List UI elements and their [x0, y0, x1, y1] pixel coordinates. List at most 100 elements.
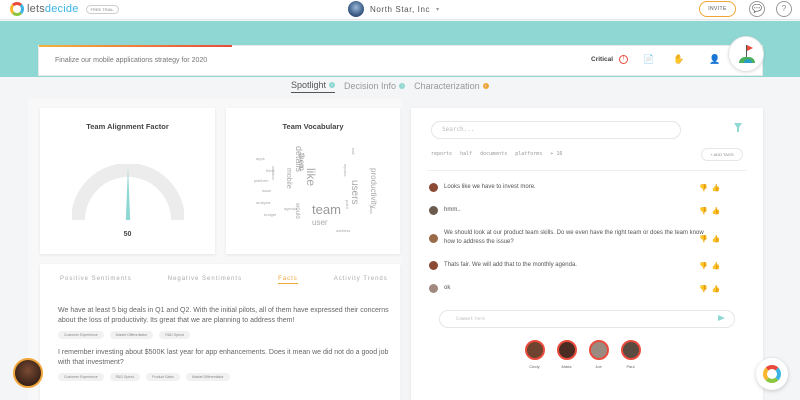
assistant-button[interactable]	[756, 358, 788, 390]
cloud-word: user	[312, 218, 328, 227]
message-text: Thats fair. We will add that to the mont…	[444, 262, 577, 268]
tab-label: Spotlight	[291, 80, 327, 90]
message-text: We should look at our product team skill…	[444, 230, 704, 245]
decision-header: Finalize our mobile applications strateg…	[38, 45, 763, 76]
tab-decision-info[interactable]: Decision Info i	[344, 80, 406, 93]
participant-name: Cindy	[529, 364, 540, 369]
info-icon: i	[399, 82, 406, 89]
alignment-value: 50	[123, 231, 132, 238]
participant[interactable]: Cindy	[524, 340, 545, 369]
discussion-panel: Search... reports half documents platfor…	[411, 108, 763, 400]
priority-label: Critical	[591, 56, 614, 63]
spotlight-left-panel: Team Alignment Factor 50 Team Vocabulary…	[28, 98, 402, 400]
reaction-buttons: 👎 👍	[699, 285, 720, 293]
search-input[interactable]: Search...	[431, 121, 681, 139]
filter-icon-stem	[737, 128, 739, 132]
org-name: North Star, Inc	[370, 4, 431, 14]
pdf-icon[interactable]: 📄	[643, 54, 654, 65]
fact-tag[interactable]: Customer Experience	[58, 373, 104, 381]
assistant-logo-icon	[763, 365, 781, 383]
alignment-title: Team Alignment Factor	[86, 122, 169, 131]
tag-chip[interactable]: documents	[480, 151, 507, 157]
cloud-word: mobile	[285, 168, 292, 189]
chat-icon[interactable]: 💬	[749, 1, 765, 17]
more-tags[interactable]: + 16	[550, 151, 562, 157]
fact-text: We have at least 5 big deals in Q1 and Q…	[58, 307, 389, 324]
participant-list: Cindy Maria Joe Paul	[524, 340, 641, 369]
info-icon: i	[482, 82, 489, 89]
alignment-card: Team Alignment Factor 50	[40, 108, 215, 254]
cloud-word: productivity	[369, 168, 378, 209]
participant[interactable]: Maria	[556, 340, 577, 369]
thumbs-down-icon[interactable]: 👎	[699, 184, 708, 192]
avatar	[524, 340, 545, 360]
message-text: ok	[444, 285, 451, 291]
thumbs-down-icon[interactable]: 👎	[699, 262, 708, 270]
sentiments-card: Positive Sentiments Negative Sentiments …	[40, 264, 400, 400]
cloud-word: think	[266, 168, 275, 173]
tag-list: reports half documents platforms + 16	[431, 151, 562, 157]
tab-facts[interactable]: Facts	[278, 276, 298, 284]
org-logo-icon	[348, 1, 364, 17]
cloud-word: point	[345, 200, 350, 209]
divider	[427, 170, 747, 171]
fact-tag[interactable]: Product Sales	[146, 373, 180, 381]
cloud-word: analysis	[256, 200, 271, 205]
thumbs-up-icon[interactable]: 👍	[712, 184, 721, 192]
thumbs-up-icon[interactable]: 👍	[712, 262, 721, 270]
tab-characterization[interactable]: Characterization i	[414, 80, 489, 93]
thumbs-up-icon[interactable]: 👍	[712, 285, 721, 293]
avatar	[429, 206, 438, 215]
flag-hill-blue	[744, 59, 752, 63]
goal-flag-button[interactable]	[728, 36, 764, 72]
decision-title[interactable]: Finalize our mobile applications strateg…	[55, 57, 207, 64]
reaction-buttons: 👎 👍	[699, 235, 720, 243]
tab-positive-sentiments[interactable]: Positive Sentiments	[60, 276, 132, 284]
thumbs-down-icon[interactable]: 👎	[699, 207, 708, 215]
alignment-gauge	[72, 164, 184, 221]
tag-chip[interactable]: platforms	[515, 151, 542, 157]
tag-chip[interactable]: reports	[431, 151, 452, 157]
tab-activity-trends[interactable]: Activity Trends	[334, 276, 388, 284]
tag-chip[interactable]: half	[460, 151, 472, 157]
participant[interactable]: Paul	[620, 340, 641, 369]
cloud-word: issue	[262, 188, 272, 193]
chevron-down-icon: ▾	[436, 6, 440, 13]
invite-button[interactable]: INVITE	[699, 1, 736, 17]
reaction-buttons: 👎 👍	[699, 207, 720, 215]
fact-tag[interactable]: Market Differentiator	[109, 331, 154, 339]
thumbs-up-icon[interactable]: 👍	[712, 235, 721, 243]
comment-input[interactable]: Comment here	[439, 310, 735, 328]
alert-icon: !	[619, 55, 628, 64]
add-user-icon[interactable]: 👤	[709, 54, 720, 65]
app-logo[interactable]: letsdecide FREE TRIAL	[10, 2, 119, 16]
avatar	[588, 340, 609, 360]
flag-pennant	[747, 45, 753, 51]
fact-tag[interactable]: Market Differentiator	[185, 373, 230, 381]
help-icon[interactable]: ?	[776, 1, 792, 17]
cloud-word: data	[369, 206, 374, 214]
current-user-avatar[interactable]	[13, 358, 43, 388]
fact-tag[interactable]: Customer Experience	[58, 331, 104, 339]
org-switcher[interactable]: North Star, Inc ▾	[348, 1, 439, 17]
cloud-word: users	[349, 180, 360, 205]
participant-name: Paul	[626, 364, 635, 369]
tab-negative-sentiments[interactable]: Negative Sentiments	[168, 276, 242, 284]
hand-vote-icon[interactable]: ✋	[673, 54, 684, 65]
tab-spotlight[interactable]: Spotlight i	[291, 80, 336, 93]
word-cloud: details like them mobile would team user…	[226, 108, 400, 254]
thumbs-up-icon[interactable]: 👍	[712, 207, 721, 215]
avatar	[620, 340, 641, 360]
fact-tag[interactable]: R&D Spend	[109, 373, 141, 381]
top-bar: letsdecide FREE TRIAL North Star, Inc ▾ …	[0, 0, 800, 20]
thumbs-down-icon[interactable]: 👎	[699, 235, 708, 243]
tab-label: Characterization	[414, 80, 480, 91]
reaction-buttons: 👎 👍	[699, 184, 720, 192]
thumbs-down-icon[interactable]: 👎	[699, 285, 708, 293]
cloud-word: half	[351, 148, 356, 155]
view-tabs: Spotlight i Decision Info i Characteriza…	[291, 80, 489, 93]
add-tags-button[interactable]: + ADD TAGS	[701, 148, 743, 161]
fact-tag[interactable]: R&D Spend	[159, 331, 190, 339]
send-icon[interactable]	[718, 315, 725, 321]
participant[interactable]: Joe	[588, 340, 609, 369]
